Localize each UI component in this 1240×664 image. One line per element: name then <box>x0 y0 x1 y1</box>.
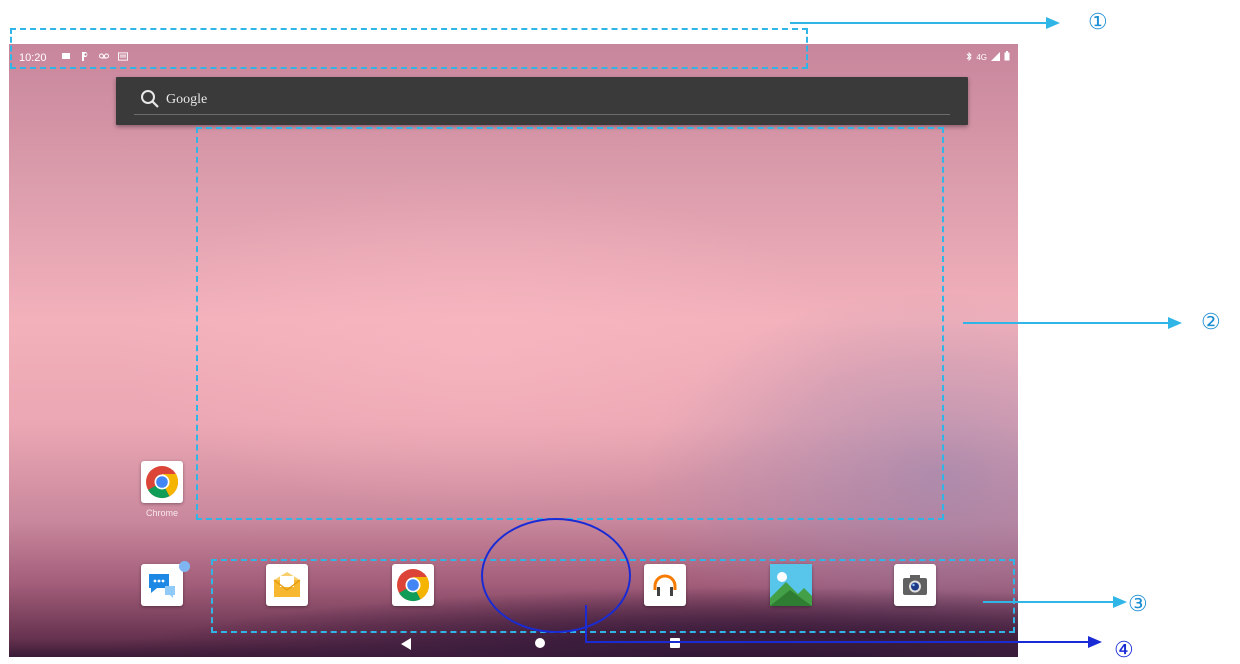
app-label-chrome: Chrome <box>145 508 178 518</box>
app-chrome-home[interactable]: Chrome <box>136 456 188 518</box>
annotation-arrow-4 <box>1088 636 1102 648</box>
dock-app-messaging[interactable] <box>136 559 190 611</box>
battery-icon <box>1004 51 1010 63</box>
annotation-number-4: ④ <box>1114 638 1134 663</box>
back-icon[interactable] <box>401 637 411 655</box>
bluetooth-icon <box>966 51 972 63</box>
annotation-line-4-vertical <box>585 605 587 643</box>
annotation-box-2 <box>196 127 944 520</box>
google-search-bar[interactable]: Google <box>116 77 968 125</box>
annotation-line-1 <box>790 22 1048 24</box>
messaging-icon <box>141 564 183 606</box>
search-underline <box>134 114 950 115</box>
annotation-line-3 <box>983 601 1117 603</box>
home-icon[interactable] <box>535 638 545 648</box>
annotation-number-1: ① <box>1088 10 1108 35</box>
search-icon <box>140 89 160 114</box>
annotation-arrow-3 <box>1113 596 1127 608</box>
annotation-line-2 <box>963 322 1169 324</box>
search-label: Google <box>166 92 208 107</box>
annotation-box-1 <box>10 28 808 69</box>
notification-dot <box>179 561 190 572</box>
annotation-arrow-2 <box>1168 317 1182 329</box>
system-status: 4G <box>966 51 1010 63</box>
annotation-arrow-1 <box>1046 17 1060 29</box>
navigation-bar <box>9 631 1018 657</box>
annotation-number-3: ③ <box>1128 592 1148 617</box>
annotation-ellipse-4 <box>481 518 631 633</box>
signal-icon <box>991 51 1000 63</box>
recents-icon[interactable] <box>670 638 680 648</box>
chrome-icon <box>141 461 183 503</box>
annotation-number-2: ② <box>1201 310 1221 335</box>
annotation-line-4 <box>585 641 1090 643</box>
network-type: 4G <box>976 52 987 62</box>
